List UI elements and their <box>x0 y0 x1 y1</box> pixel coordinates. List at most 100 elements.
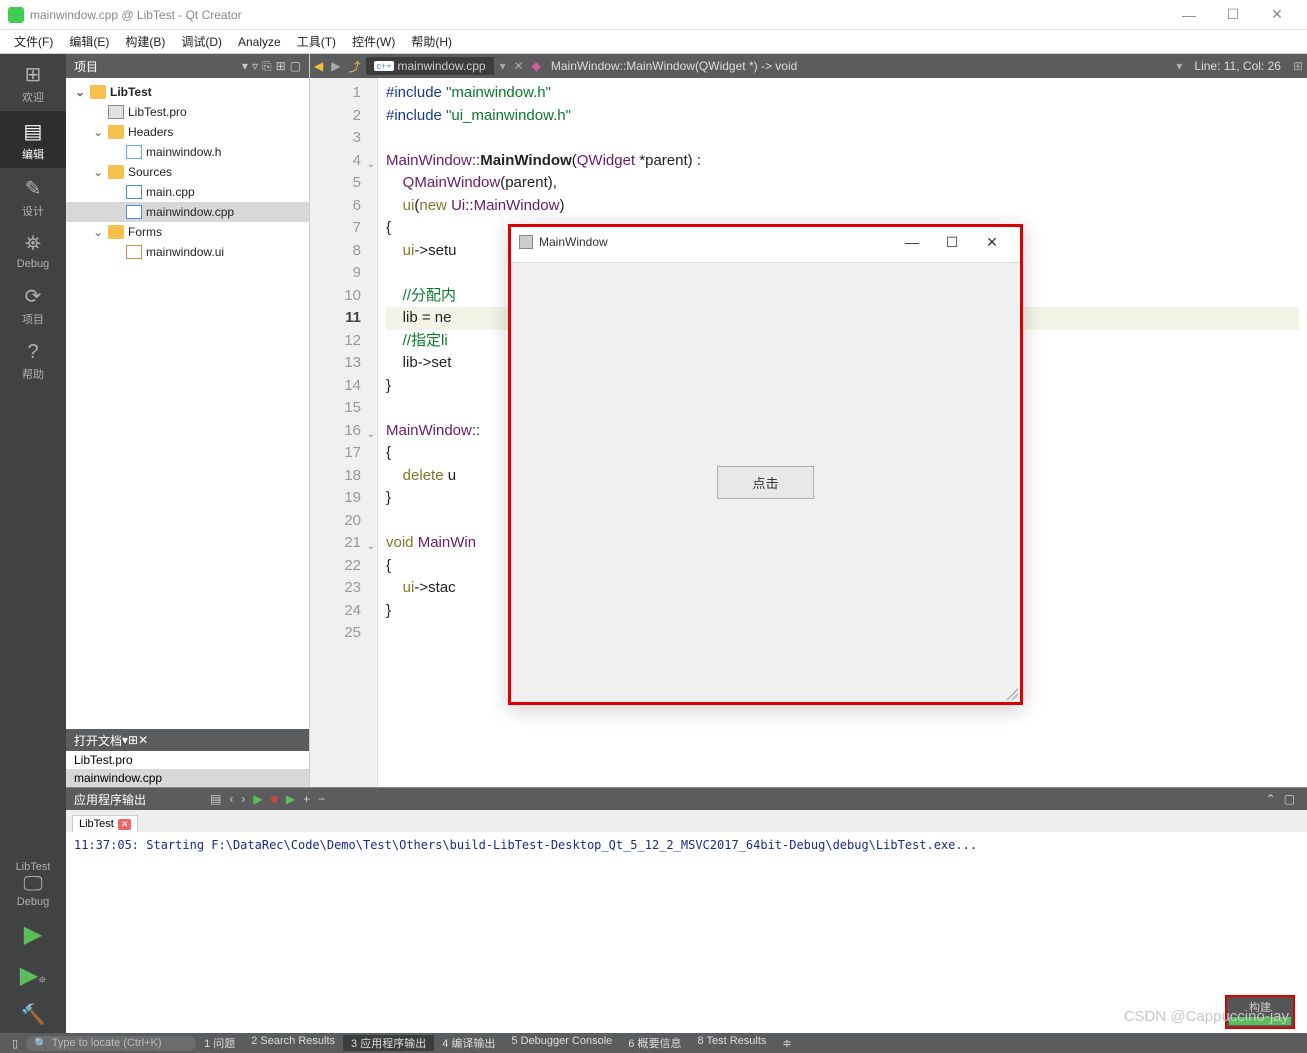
mode-编辑[interactable]: ▤编辑 <box>0 111 66 168</box>
nav-up-icon[interactable]: ⤴ <box>344 58 364 75</box>
split-icon[interactable]: ⊞ <box>128 733 138 747</box>
menu-b[interactable]: 构建(B) <box>117 31 173 52</box>
pin-icon[interactable]: ◆ <box>532 59 541 73</box>
output-tab-libtest[interactable]: LibTest ✕ <box>72 815 138 832</box>
dropdown-icon[interactable]: ▾ <box>242 59 248 73</box>
locator-input[interactable]: 🔍 Type to locate (Ctrl+K) <box>26 1036 196 1051</box>
title-bar: mainwindow.cpp @ LibTest - Qt Creator — … <box>0 0 1307 30</box>
toggle-sidebar-icon[interactable]: ▯ <box>4 1037 26 1050</box>
run-debug-icon[interactable]: ▶⛯ <box>0 955 66 996</box>
rerun-icon[interactable]: ▶ <box>286 792 295 806</box>
output-title: 应用程序输出 <box>74 791 146 808</box>
output-tab-label: LibTest <box>79 818 114 830</box>
cpp-badge-icon: c++ <box>374 61 393 71</box>
add-icon[interactable]: + <box>303 792 310 806</box>
menu-analyze[interactable]: Analyze <box>230 33 289 51</box>
app-maximize-button[interactable]: ☐ <box>932 234 972 251</box>
maximize-button[interactable]: ☐ <box>1211 6 1255 23</box>
app-titlebar[interactable]: MainWindow — ☐ ✕ <box>511 227 1020 257</box>
project-header-label: 项目 <box>74 58 98 75</box>
mode-设计[interactable]: ✎设计 <box>0 168 66 225</box>
close-tab-icon[interactable]: ✕ <box>118 819 132 830</box>
resize-grip-icon[interactable] <box>1006 688 1018 700</box>
tree-item-LibTest[interactable]: ⌄LibTest <box>66 82 309 102</box>
close-file-icon[interactable]: ✕ <box>510 59 528 73</box>
nav-back-icon[interactable]: ◀ <box>310 59 327 73</box>
status-tab-0[interactable]: 1 问题 <box>196 1035 243 1051</box>
status-bar: ▯ 🔍 Type to locate (Ctrl+K) 1 问题2 Search… <box>0 1033 1307 1053</box>
status-tab-1[interactable]: 2 Search Results <box>243 1035 343 1051</box>
build-progress-bar <box>1229 1017 1291 1025</box>
project-sidebar: 项目 ▾ ▿ ⎘ ⊞ ▢ ⌄LibTestLibTest.pro⌄Headers… <box>66 54 310 787</box>
search-icon: 🔍 <box>34 1037 48 1050</box>
running-app-window[interactable]: MainWindow — ☐ ✕ 点击 <box>508 224 1023 705</box>
close-panel-icon[interactable]: ▢ <box>290 59 301 73</box>
popup-icon[interactable]: ▢ <box>1284 792 1295 806</box>
menu-e[interactable]: 编辑(E) <box>61 31 117 52</box>
open-doc-mainwindow.cpp[interactable]: mainwindow.cpp <box>66 769 309 787</box>
qt-creator-icon <box>8 7 24 23</box>
locator-placeholder: Type to locate (Ctrl+K) <box>52 1037 162 1049</box>
status-menu-icon[interactable]: ≑ <box>774 1037 799 1050</box>
dropdown-icon[interactable]: ▾ <box>496 59 510 73</box>
tree-item-Forms[interactable]: ⌄Forms <box>66 222 309 242</box>
editor-file-name: mainwindow.cpp <box>398 59 486 73</box>
mode-项目[interactable]: ⟳项目 <box>0 276 66 333</box>
menu-w[interactable]: 控件(W) <box>344 31 403 52</box>
open-docs-header: 打开文档 ▾ ⊞ ✕ <box>66 729 309 751</box>
expand-icon[interactable]: ⌃ <box>1266 792 1276 806</box>
mode-欢迎[interactable]: ⊞欢迎 <box>0 54 66 111</box>
output-text[interactable]: 11:37:05: Starting F:\DataRec\Code\Demo\… <box>66 832 1307 1033</box>
tree-item-Sources[interactable]: ⌄Sources <box>66 162 309 182</box>
minimize-button[interactable]: — <box>1167 7 1211 23</box>
nav-fwd-icon[interactable]: ▶ <box>327 59 344 73</box>
filter-icon[interactable]: ▿ <box>252 59 258 73</box>
kit-selector[interactable]: LibTest🖵Debug <box>0 855 66 914</box>
app-minimize-button[interactable]: — <box>892 234 932 250</box>
close-button[interactable]: ✕ <box>1255 6 1299 23</box>
link-icon[interactable]: ⎘ <box>262 59 272 74</box>
status-tab-2[interactable]: 3 应用程序输出 <box>343 1035 434 1051</box>
menu-t[interactable]: 工具(T) <box>289 31 344 52</box>
status-tab-6[interactable]: 8 Test Results <box>689 1035 774 1051</box>
open-doc-LibTest.pro[interactable]: LibTest.pro <box>66 751 309 769</box>
tree-item-mainwindow.cpp[interactable]: mainwindow.cpp <box>66 202 309 222</box>
prev-icon[interactable]: ‹ <box>229 792 233 806</box>
tree-item-LibTest.pro[interactable]: LibTest.pro <box>66 102 309 122</box>
app-close-button[interactable]: ✕ <box>972 234 1012 251</box>
remove-icon[interactable]: − <box>318 792 325 806</box>
menu-f[interactable]: 文件(F) <box>6 31 61 52</box>
mode-bar: ⊞欢迎▤编辑✎设计⛯Debug⟳项目?帮助 LibTest🖵Debug▶▶⛯🔨 <box>0 54 66 1033</box>
menu-h[interactable]: 帮助(H) <box>403 31 460 52</box>
close-panel-icon[interactable]: ✕ <box>138 733 148 747</box>
tree-item-mainwindow.ui[interactable]: mainwindow.ui <box>66 242 309 262</box>
menu-d[interactable]: 调试(D) <box>173 31 230 52</box>
tree-item-main.cpp[interactable]: main.cpp <box>66 182 309 202</box>
symbol-crumb[interactable]: MainWindow::MainWindow(QWidget *) -> voi… <box>545 59 803 73</box>
open-docs-list[interactable]: LibTest.promainwindow.cpp <box>66 751 309 787</box>
tree-item-mainwindow.h[interactable]: mainwindow.h <box>66 142 309 162</box>
split-editor-icon[interactable]: ⊞ <box>1289 59 1307 73</box>
filter-icon[interactable]: ▤ <box>210 792 221 806</box>
editor-file-chip[interactable]: c++ mainwindow.cpp <box>366 57 493 75</box>
dropdown-icon[interactable]: ▾ <box>1172 59 1186 73</box>
mode-Debug[interactable]: ⛯Debug <box>0 225 66 276</box>
app-body: 点击 <box>511 263 1020 702</box>
status-tab-4[interactable]: 5 Debugger Console <box>503 1035 620 1051</box>
next-icon[interactable]: › <box>241 792 245 806</box>
build-progress-badge[interactable]: 构建 <box>1225 995 1295 1029</box>
tree-item-Headers[interactable]: ⌄Headers <box>66 122 309 142</box>
stop-icon[interactable]: ■ <box>271 792 278 806</box>
hammer-icon[interactable]: 🔨 <box>0 996 66 1033</box>
run-icon[interactable]: ▶ <box>253 792 262 806</box>
split-icon[interactable]: ⊞ <box>276 59 286 73</box>
line-gutter[interactable]: 1234⌄5678910111213141516⌄1718192021⌄2223… <box>310 78 378 787</box>
menu-bar: 文件(F)编辑(E)构建(B)调试(D)Analyze工具(T)控件(W)帮助(… <box>0 30 1307 54</box>
app-title: MainWindow <box>539 235 608 249</box>
status-tab-5[interactable]: 6 概要信息 <box>620 1035 689 1051</box>
project-tree[interactable]: ⌄LibTestLibTest.pro⌄Headersmainwindow.h⌄… <box>66 78 309 729</box>
mode-帮助[interactable]: ?帮助 <box>0 333 66 388</box>
status-tab-3[interactable]: 4 编译输出 <box>434 1035 503 1051</box>
run-icon[interactable]: ▶ <box>0 914 66 955</box>
click-button[interactable]: 点击 <box>717 466 813 499</box>
